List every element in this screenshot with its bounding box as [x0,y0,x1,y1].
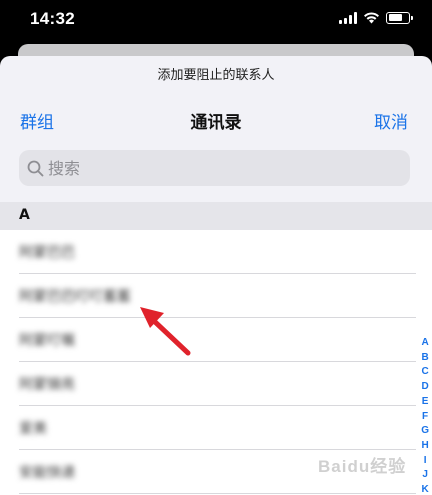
status-icons [339,11,413,24]
groups-button[interactable]: 群组 [20,108,54,133]
contact-name: 阿蒙巴巴 [19,245,75,261]
status-bar: 14:32 [0,0,432,40]
battery-icon [386,11,413,24]
sheet-prompt: 添加要阻止的联系人 [157,68,275,83]
contact-name: 阿蒙巴巴叮叮蓄蓄 [19,289,131,305]
contact-row[interactable]: 阿蒙巴巴叮叮蓄蓄 [0,274,432,318]
wifi-icon [364,12,379,24]
cancel-button[interactable]: 取消 [374,108,408,133]
search-bar[interactable] [19,150,410,186]
contact-row[interactable]: 阿蒙巴巴 [0,230,432,274]
section-header: A [0,202,432,230]
index-letter[interactable]: D [421,380,428,395]
contact-picker-sheet: 添加要阻止的联系人 通讯录 群组 取消 A 阿蒙巴巴 阿蒙巴巴叮叮蓄蓄 阿蒙叮嘱… [0,56,432,495]
section-letter: A [19,207,30,223]
watermark: Baidu经验 [318,457,407,476]
contact-name: 阿蒙锦亮 [19,377,75,393]
contact-row[interactable]: 阿蒙锦亮 [0,362,432,406]
status-time: 14:32 [30,9,75,28]
contact-row[interactable]: 阿蒙叮嘱 [0,318,432,362]
nav-title: 通讯录 [190,113,242,133]
search-input[interactable] [48,158,378,178]
contact-name: 阿蒙叮嘱 [19,333,75,349]
row-divider [19,493,416,494]
index-letter[interactable]: A [421,336,428,351]
index-letter[interactable]: C [421,365,428,380]
index-letter[interactable]: H [421,439,428,454]
navigation-bar: 通讯录 群组 取消 [0,106,432,136]
contact-name: 安能快递 [19,465,75,481]
cellular-signal-icon [339,11,357,24]
contact-row[interactable]: 爱美 [0,406,432,450]
alphabet-index[interactable]: A B C D E F G H I J K [421,336,429,495]
index-letter[interactable]: G [421,424,429,439]
contact-name: 爱美 [19,421,47,437]
index-letter[interactable]: J [422,468,428,483]
index-letter[interactable]: E [422,395,429,410]
index-letter[interactable]: I [424,454,427,469]
index-letter[interactable]: F [422,410,428,425]
index-letter[interactable]: K [421,483,428,495]
search-icon [27,160,44,176]
index-letter[interactable]: B [421,351,428,366]
